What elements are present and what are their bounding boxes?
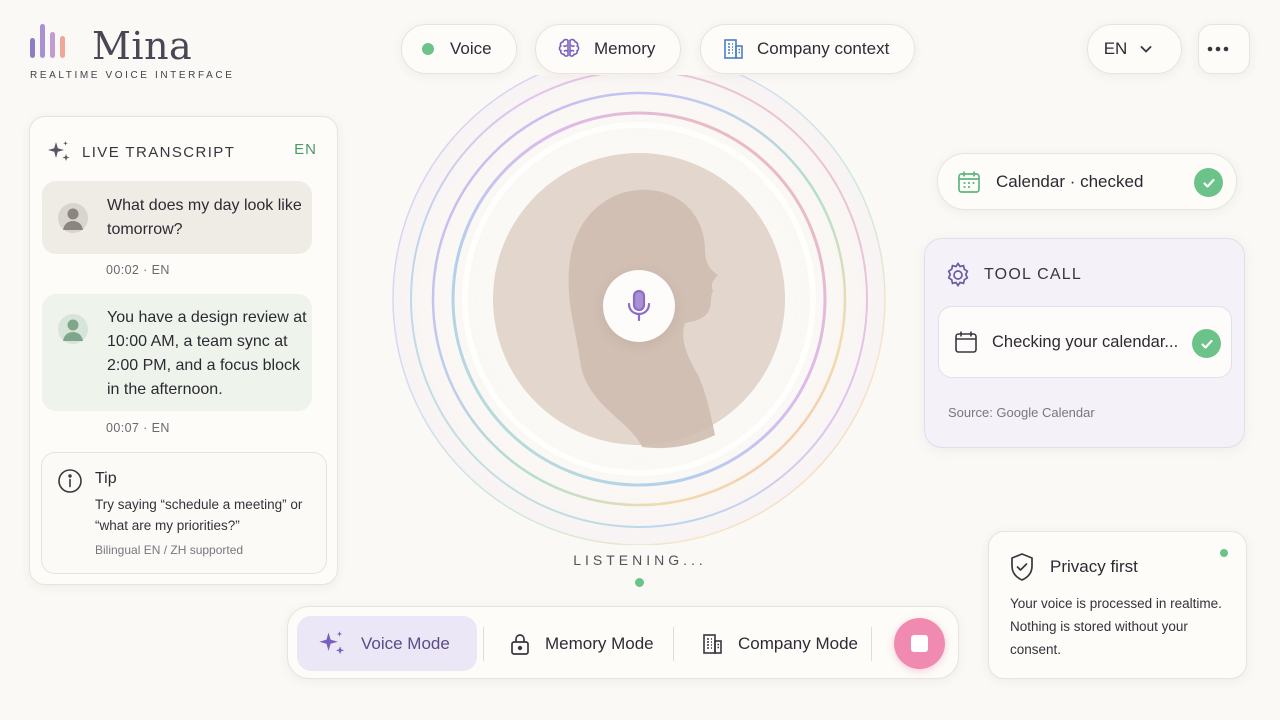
assistant-avatar-icon: [58, 314, 88, 344]
language-value: EN: [1103, 39, 1128, 58]
memory-mode-button[interactable]: Memory Mode: [509, 616, 654, 671]
company-context-toggle[interactable]: Company context: [700, 24, 915, 74]
sparkles-icon: [319, 630, 345, 654]
calendar-icon: [955, 331, 977, 353]
language-select[interactable]: EN: [1087, 24, 1182, 74]
privacy-title: Privacy first: [1050, 557, 1138, 576]
voice-mode-button[interactable]: Voice Mode: [297, 616, 477, 671]
calendar-icon: [958, 171, 980, 193]
tool-call-header: TOOL CALL: [944, 261, 1082, 289]
mode-bar: Voice Mode Memory Mode Company Mode: [287, 606, 959, 679]
tip-card: Tip Try saying “schedule a meeting” or “…: [41, 452, 327, 574]
company-mode-label: Company Mode: [738, 633, 859, 653]
divider: [871, 627, 872, 661]
assistant-message-text: You have a design review at 10:00 AM, a …: [107, 309, 307, 398]
sparkles-icon: [48, 141, 70, 161]
gear-icon: [947, 261, 969, 288]
tool-call-panel: TOOL CALL Checking your calendar... Sour…: [924, 238, 1245, 448]
brand-logo-icon: [30, 24, 74, 60]
more-horizontal-icon: [1207, 46, 1229, 52]
transcript-header: LIVE TRANSCRIPT: [46, 139, 235, 165]
divider: [483, 627, 484, 661]
listening-status: LISTENING...: [573, 552, 707, 568]
lock-icon: [511, 633, 529, 655]
voice-mode-label: Voice Mode: [361, 633, 450, 653]
shield-check-icon: [1011, 553, 1033, 581]
user-message-text: What does my day look like tomorrow?: [107, 197, 302, 238]
info-icon: [58, 469, 82, 493]
check-icon: [1192, 329, 1221, 358]
stop-button[interactable]: [894, 618, 945, 669]
tip-body: Try saying “schedule a meeting” or “what…: [95, 497, 303, 533]
company-context-label: Company context: [757, 39, 890, 58]
user-message-timestamp: 00:02 · EN: [106, 263, 170, 277]
stop-icon: [911, 635, 928, 652]
memory-label: Memory: [594, 39, 656, 58]
user-message: What does my day look like tomorrow?: [42, 181, 312, 254]
brand-tagline: REALTIME VOICE INTERFACE: [30, 70, 235, 81]
assistant-message: You have a design review at 10:00 AM, a …: [42, 294, 312, 411]
privacy-card: Privacy first Your voice is processed in…: [988, 531, 1247, 679]
company-mode-button[interactable]: Company Mode: [700, 616, 858, 671]
more-options-button[interactable]: [1198, 24, 1250, 74]
calendar-status-label: Calendar · checked: [996, 171, 1144, 191]
microphone-icon: [627, 289, 651, 322]
tip-footer: Bilingual EN / ZH supported: [95, 543, 244, 557]
status-dot-icon: [422, 43, 434, 55]
user-avatar-icon: [58, 203, 88, 233]
brand-name: Mina: [92, 24, 193, 68]
tool-call-action-row: Checking your calendar...: [938, 306, 1232, 378]
microphone-button[interactable]: [603, 270, 675, 342]
memory-mode-label: Memory Mode: [545, 633, 654, 653]
building-icon: [703, 633, 722, 654]
transcript-language: EN: [294, 141, 317, 158]
tool-call-title: TOOL CALL: [984, 266, 1082, 283]
chevron-down-icon: [1140, 46, 1152, 53]
listening-indicator-dot: [635, 578, 644, 587]
live-transcript-panel: LIVE TRANSCRIPT EN What does my day look…: [29, 116, 338, 585]
status-dot-icon: [1220, 549, 1228, 557]
check-icon: [1194, 168, 1223, 197]
voice-toggle[interactable]: Voice: [401, 24, 517, 74]
voice-label: Voice: [450, 39, 492, 58]
building-icon: [724, 39, 743, 59]
calendar-status-pill: Calendar · checked: [937, 153, 1237, 210]
transcript-title: LIVE TRANSCRIPT: [82, 143, 236, 161]
memory-toggle[interactable]: Memory: [535, 24, 681, 74]
tip-title: Tip: [95, 470, 117, 487]
tool-call-action: Checking your calendar...: [992, 333, 1179, 351]
brain-icon: [558, 38, 580, 57]
assistant-message-timestamp: 00:07 · EN: [106, 421, 170, 435]
privacy-body: Your voice is processed in realtime. Not…: [1010, 596, 1222, 657]
tool-call-source: Source: Google Calendar: [948, 405, 1095, 420]
divider: [673, 627, 674, 661]
